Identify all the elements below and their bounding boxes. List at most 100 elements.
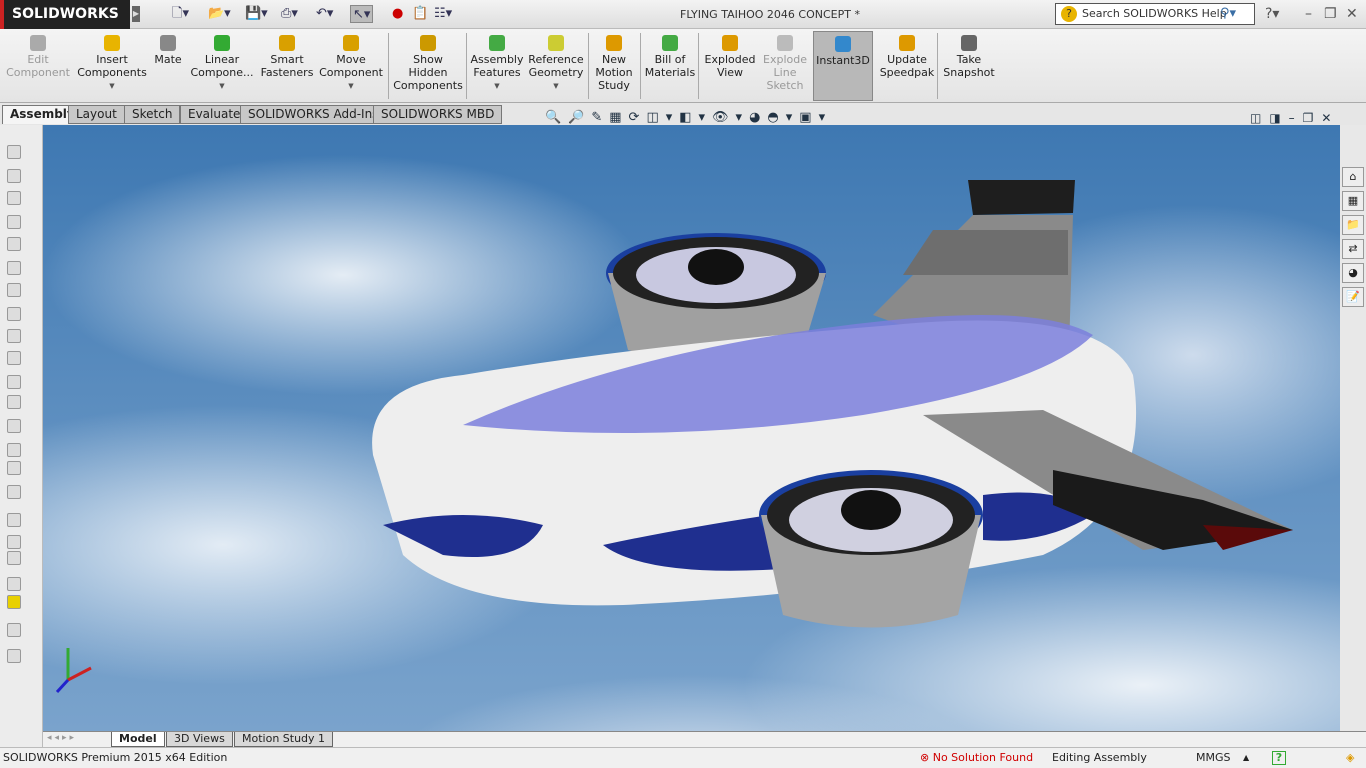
reference-geometry-button[interactable]: Reference Geometry ▼: [527, 31, 585, 101]
graphics-area[interactable]: [43, 125, 1340, 731]
options-icon[interactable]: ☷▾: [434, 5, 452, 23]
take-snapshot-button[interactable]: Take Snapshot: [940, 31, 998, 101]
model-tab-model[interactable]: Model: [111, 732, 165, 747]
dropdown-arrow-icon[interactable]: ▼: [188, 80, 256, 93]
model-tab-3d-views[interactable]: 3D Views: [166, 732, 233, 747]
sketch-tool-icon[interactable]: [7, 623, 21, 637]
solution-status[interactable]: ⊗ No Solution Found: [920, 748, 1033, 768]
speedpak-icon: [899, 35, 915, 51]
explode-line-icon: [777, 35, 793, 51]
sketch-tool-icon[interactable]: [7, 351, 21, 365]
quick-help-icon[interactable]: ?: [1272, 751, 1286, 765]
sketch-tool-icon[interactable]: [7, 215, 21, 229]
move-component-button[interactable]: Move Component ▼: [318, 31, 384, 101]
exploded-view-icon: [722, 35, 738, 51]
tab-sketch[interactable]: Sketch: [124, 105, 181, 124]
sketch-tool-icon[interactable]: [7, 577, 21, 591]
view-palette-icon[interactable]: ⇄: [1342, 239, 1364, 259]
restore-icon[interactable]: ❐: [1324, 6, 1337, 22]
sketch-tool-icon[interactable]: [7, 595, 21, 609]
help-menu-icon[interactable]: ?▾: [1265, 6, 1279, 22]
resources-icon[interactable]: ⌂: [1342, 167, 1364, 187]
dropdown-arrow-icon[interactable]: ▼: [76, 80, 148, 93]
tag-icon[interactable]: ◈: [1346, 748, 1354, 768]
ribbon-separator: [937, 33, 938, 99]
sketch-tool-icon[interactable]: [7, 443, 21, 457]
custom-properties-icon[interactable]: 📝: [1342, 287, 1364, 307]
tab-scroll-arrows[interactable]: ◂◂▸▸: [47, 733, 77, 743]
viewport-window-controls[interactable]: ◫◨–❐✕: [1250, 111, 1340, 125]
update-speedpak-button[interactable]: Update Speedpak: [877, 31, 937, 101]
sketch-tool-icon[interactable]: [7, 329, 21, 343]
exploded-view-button[interactable]: Exploded View: [702, 31, 758, 101]
sketch-tool-icon[interactable]: [7, 375, 21, 389]
tab-solidworks-add-ins[interactable]: SOLIDWORKS Add-Ins: [240, 105, 387, 124]
sketch-tool-icon[interactable]: [7, 307, 21, 321]
smart-fasteners-button[interactable]: Smart Fasteners: [259, 31, 315, 101]
bill-of-materials-button[interactable]: Bill of Materials: [644, 31, 696, 101]
units-selector[interactable]: MMGS: [1196, 748, 1231, 768]
sketch-tool-icon[interactable]: [7, 649, 21, 663]
sketch-tool-icon[interactable]: [7, 535, 21, 549]
model-tab-motion-study-1[interactable]: Motion Study 1: [234, 732, 334, 747]
sketch-tool-icon[interactable]: [7, 283, 21, 297]
print-icon[interactable]: ⎙▾: [281, 5, 298, 23]
sketch-tool-icon[interactable]: [7, 261, 21, 275]
button-label: Show Hidden Components: [393, 53, 463, 92]
rebuild-icon[interactable]: ●: [392, 5, 403, 23]
insert-components-button[interactable]: Insert Components ▼: [76, 31, 148, 101]
sketch-tool-icon[interactable]: [7, 395, 21, 409]
file-properties-icon[interactable]: 📋: [412, 5, 428, 23]
units-arrow-icon[interactable]: ▲: [1243, 748, 1249, 768]
edition-label: SOLIDWORKS Premium 2015 x64 Edition: [3, 751, 228, 764]
close-icon[interactable]: ✕: [1346, 6, 1358, 22]
minimize-icon[interactable]: –: [1305, 6, 1312, 22]
heads-up-view-toolbar[interactable]: 🔍🔎✎▦⟳◫▾◧▾👁▾◕◓▾▣▾: [545, 110, 832, 128]
tab-evaluate[interactable]: Evaluate: [180, 105, 249, 124]
sketch-tool-icon[interactable]: [7, 191, 21, 205]
save-icon[interactable]: 💾▾: [245, 5, 268, 23]
view-triad: [53, 640, 103, 703]
sketch-tool-icon[interactable]: [7, 551, 21, 565]
undo-icon[interactable]: ↶▾: [316, 5, 333, 23]
sketch-tool-icon[interactable]: [7, 419, 21, 433]
status-bar: SOLIDWORKS Premium 2015 x64 Edition ⊗ No…: [0, 747, 1366, 768]
tab-layout[interactable]: Layout: [68, 105, 125, 124]
menu-expand-arrow[interactable]: ▶: [132, 6, 140, 22]
new-document-icon[interactable]: 🗋▾: [172, 5, 189, 23]
search-icon[interactable]: ⚲▾: [1220, 4, 1236, 24]
sketch-tool-icon[interactable]: [7, 485, 21, 499]
linear-compone-button[interactable]: Linear Compone... ▼: [188, 31, 256, 101]
appearances-icon[interactable]: ◕: [1342, 263, 1364, 283]
button-label: Assembly Features: [470, 53, 524, 79]
sketch-tool-icon[interactable]: [7, 169, 21, 183]
sketch-tool-icon[interactable]: [7, 145, 21, 159]
model-tabs: ◂◂▸▸ Model 3D Views Motion Study 1: [43, 731, 1366, 747]
button-label: Smart Fasteners: [260, 53, 314, 79]
mate-icon: [160, 35, 176, 51]
tab-solidworks-mbd[interactable]: SOLIDWORKS MBD: [373, 105, 503, 124]
open-icon[interactable]: 📂▾: [208, 5, 231, 23]
button-label: Instant3D: [816, 54, 870, 67]
solidworks-logo[interactable]: SOLIDWORKS: [0, 0, 130, 29]
ribbon-separator: [466, 33, 467, 99]
sketch-tool-icon[interactable]: [7, 513, 21, 527]
assembly-features-button[interactable]: Assembly Features ▼: [470, 31, 524, 101]
sketch-tool-icon[interactable]: [7, 237, 21, 251]
mate-button[interactable]: Mate: [150, 31, 186, 101]
dropdown-arrow-icon[interactable]: ▼: [470, 80, 524, 93]
instant3d-button[interactable]: Instant3D: [813, 31, 873, 101]
search-input[interactable]: ? Search SOLIDWORKS Help ⚲▾: [1055, 3, 1255, 25]
sketch-tool-icon[interactable]: [7, 461, 21, 475]
dropdown-arrow-icon[interactable]: ▼: [318, 80, 384, 93]
new-motion-study-button[interactable]: New Motion Study: [592, 31, 636, 101]
explode-line-sketch-button[interactable]: Explode Line Sketch: [760, 31, 810, 101]
show-hidden-components-button[interactable]: Show Hidden Components: [392, 31, 464, 101]
dropdown-arrow-icon[interactable]: ▼: [527, 80, 585, 93]
button-label: Reference Geometry: [528, 53, 584, 79]
edit-component-button[interactable]: Edit Component: [4, 31, 72, 101]
button-label: Insert Components: [77, 53, 147, 79]
select-icon[interactable]: ↖▾: [350, 5, 374, 23]
design-library-icon[interactable]: ▦: [1342, 191, 1364, 211]
file-explorer-icon[interactable]: 📁: [1342, 215, 1364, 235]
